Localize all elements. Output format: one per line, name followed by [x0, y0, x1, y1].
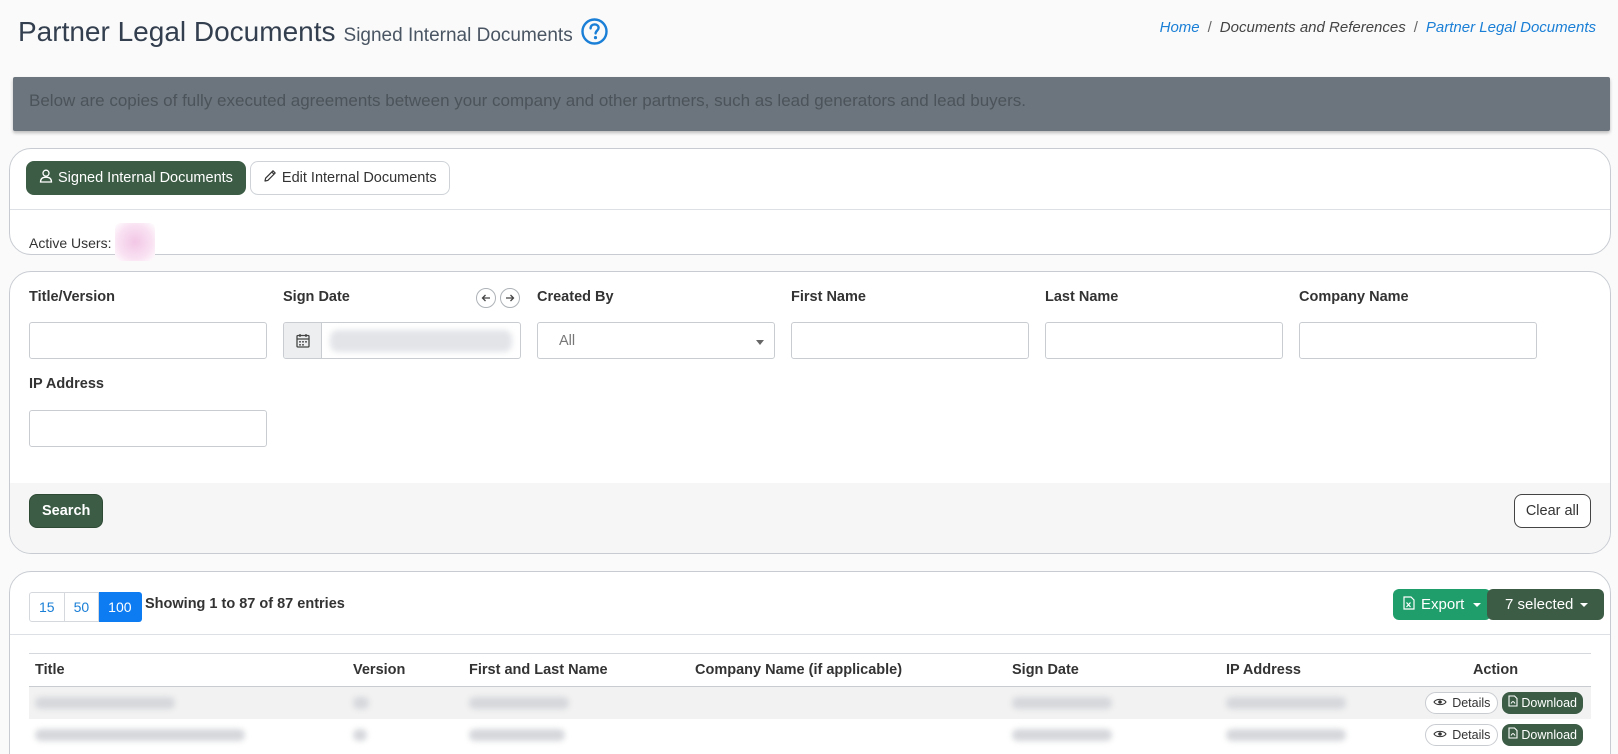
- column-header-sign-date[interactable]: Sign Date: [1006, 653, 1220, 687]
- breadcrumb-separator: /: [1413, 19, 1418, 36]
- download-button[interactable]: Download: [1502, 723, 1583, 746]
- cell-name: [463, 719, 689, 751]
- tab-edit-internal-documents[interactable]: Edit Internal Documents: [249, 161, 450, 195]
- table-row: Details Download: [29, 719, 1591, 751]
- cell-ip-address: [1220, 719, 1400, 751]
- column-selector-button[interactable]: 7 selected: [1487, 589, 1605, 620]
- title-version-input[interactable]: [29, 322, 267, 359]
- table-card: 15 50 100 Showing 1 to 87 of 87 entries …: [9, 571, 1611, 754]
- filters-card: Title/Version Sign Date Created By All F…: [9, 271, 1611, 554]
- breadcrumb-home[interactable]: Home: [1160, 19, 1200, 36]
- breadcrumb-separator: /: [1207, 19, 1212, 36]
- page-header: Partner Legal Documents Signed Internal …: [18, 14, 608, 48]
- ip-address-label: IP Address: [29, 376, 104, 392]
- column-header-first-last-name[interactable]: First and Last Name: [463, 653, 689, 687]
- chevron-down-icon: [1580, 602, 1589, 607]
- details-button[interactable]: Details: [1425, 723, 1499, 746]
- column-header-ip-address[interactable]: IP Address: [1220, 653, 1400, 687]
- last-name-input[interactable]: [1045, 322, 1283, 359]
- company-name-label: Company Name: [1299, 289, 1409, 305]
- cell-company: [689, 719, 1006, 751]
- divider: [10, 209, 1610, 210]
- column-header-action: Action: [1400, 653, 1591, 687]
- divider: [10, 634, 1610, 635]
- tab-label: Edit Internal Documents: [281, 170, 437, 186]
- chevron-down-icon: [1473, 602, 1482, 607]
- search-button[interactable]: Search: [29, 494, 104, 528]
- cell-action: Details Download: [1400, 719, 1591, 751]
- arrow-left-icon[interactable]: [476, 288, 496, 308]
- column-selector-label: 7 selected: [1505, 596, 1574, 613]
- title-version-label: Title/Version: [29, 289, 115, 305]
- eye-icon: [1433, 728, 1447, 742]
- calendar-icon[interactable]: [284, 323, 322, 358]
- column-header-company-name[interactable]: Company Name (if applicable): [689, 653, 1006, 687]
- page-size-15[interactable]: 15: [29, 592, 65, 622]
- page-size-100[interactable]: 100: [99, 592, 142, 622]
- first-name-input[interactable]: [791, 322, 1029, 359]
- page-size-selector: 15 50 100: [29, 592, 142, 622]
- sign-date-value: [322, 323, 520, 358]
- cell-sign-date: [1006, 686, 1220, 719]
- company-name-input[interactable]: [1299, 322, 1537, 359]
- created-by-label: Created By: [537, 289, 614, 305]
- breadcrumb-documents-and-references: Documents and References: [1219, 19, 1406, 36]
- cell-action: Details Download: [1400, 686, 1591, 719]
- cell-title: [29, 719, 347, 751]
- table-row: Details Download: [29, 686, 1591, 719]
- created-by-selected: All: [559, 332, 576, 349]
- cell-title: [29, 686, 347, 719]
- eye-icon: [1433, 696, 1447, 710]
- cell-company: [689, 686, 1006, 719]
- user-icon: [39, 169, 53, 187]
- pencil-icon: [263, 169, 277, 187]
- tabs-card: Signed Internal Documents Edit Internal …: [9, 148, 1611, 261]
- last-name-label: Last Name: [1045, 289, 1119, 305]
- download-button[interactable]: Download: [1502, 691, 1583, 714]
- details-button[interactable]: Details: [1425, 691, 1499, 714]
- ip-address-input[interactable]: [29, 410, 267, 447]
- cell-ip-address: [1220, 686, 1400, 719]
- filter-footer: Search Clear all: [10, 483, 1610, 553]
- file-pdf-icon: [1508, 727, 1518, 742]
- file-pdf-icon: [1508, 695, 1518, 710]
- entries-info: Showing 1 to 87 of 87 entries: [145, 596, 345, 612]
- info-banner: Below are copies of fully executed agree…: [13, 77, 1610, 131]
- redacted-date-range: [330, 329, 512, 352]
- page-title: Partner Legal Documents: [18, 16, 336, 47]
- tab-row: Signed Internal Documents Edit Internal …: [26, 161, 450, 195]
- active-users-label: Active Users:: [29, 235, 112, 251]
- clear-all-button[interactable]: Clear all: [1513, 494, 1591, 528]
- breadcrumb-partner-legal-documents[interactable]: Partner Legal Documents: [1426, 19, 1596, 36]
- tab-label: Signed Internal Documents: [58, 170, 233, 186]
- first-name-label: First Name: [791, 289, 866, 305]
- tab-signed-internal-documents[interactable]: Signed Internal Documents: [26, 161, 246, 195]
- export-button[interactable]: Export: [1393, 589, 1492, 620]
- column-header-title[interactable]: Title: [29, 653, 347, 687]
- cell-sign-date: [1006, 719, 1220, 751]
- sign-date-field[interactable]: [283, 322, 521, 359]
- created-by-select[interactable]: All: [537, 322, 775, 359]
- sign-date-nav: [476, 288, 520, 308]
- documents-table: Title Version First and Last Name Compan…: [29, 653, 1591, 751]
- export-label: Export: [1421, 596, 1465, 613]
- avatar[interactable]: [115, 223, 156, 261]
- page-subtitle: Signed Internal Documents: [343, 25, 573, 46]
- breadcrumb: Home / Documents and References / Partne…: [1160, 19, 1596, 36]
- file-excel-icon: [1403, 595, 1415, 614]
- cell-version: [347, 686, 463, 719]
- page-size-50[interactable]: 50: [64, 592, 100, 622]
- arrow-right-icon[interactable]: [500, 288, 520, 308]
- table-header-row: Title Version First and Last Name Compan…: [29, 653, 1591, 687]
- cell-name: [463, 686, 689, 719]
- sign-date-label: Sign Date: [283, 289, 350, 305]
- chevron-down-icon: [756, 340, 764, 345]
- active-users: Active Users:: [29, 223, 156, 262]
- column-header-version[interactable]: Version: [347, 653, 463, 687]
- cell-version: [347, 719, 463, 751]
- question-circle-icon[interactable]: [581, 18, 608, 50]
